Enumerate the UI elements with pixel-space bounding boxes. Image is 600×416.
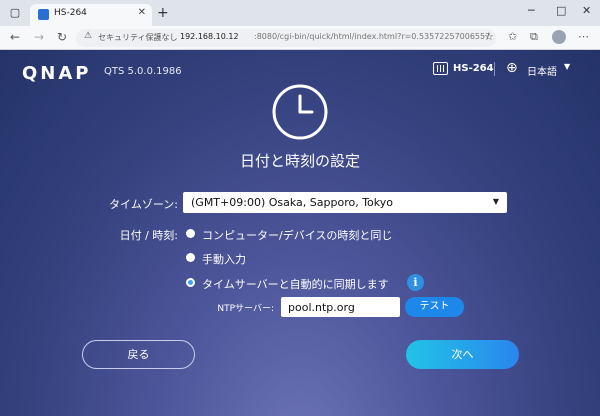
browser-address-bar: ← → ↻ ⚠ セキュリティ保護なし 192.168.10.12 :8080/c… [0, 26, 600, 50]
profile-avatar[interactable] [552, 30, 566, 44]
os-version: QTS 5.0.0.1986 [104, 66, 182, 77]
test-button[interactable]: テスト [405, 297, 464, 317]
next-button[interactable]: 次へ [406, 340, 519, 369]
radio-label: コンピューター/デバイスの時刻と同じ [202, 229, 393, 242]
collections-icon[interactable]: ⧉ [530, 30, 538, 44]
warning-icon: ⚠ [84, 31, 93, 41]
page-title: 日付と時刻の設定 [239, 152, 360, 170]
tab-actions-icon[interactable]: ▢ [8, 6, 22, 20]
globe-icon[interactable]: ⊕ [506, 60, 518, 76]
minimize-icon[interactable]: ─ [528, 4, 535, 17]
back-button[interactable]: 戻る [82, 340, 195, 369]
browser-tab[interactable]: HS-264 ✕ [30, 4, 152, 26]
header-divider [494, 62, 495, 76]
radio-button[interactable] [186, 253, 195, 262]
url-host: 192.168.10.12 [180, 32, 239, 41]
language-selector[interactable]: 日本語 [527, 63, 557, 78]
timezone-select[interactable]: (GMT+09:00) Osaka, Sapporo, Tokyo ▼ [183, 192, 507, 213]
new-tab-icon[interactable]: + [157, 5, 169, 21]
favorite-star-icon[interactable]: ☆ [484, 30, 494, 43]
close-window-icon[interactable]: ✕ [582, 4, 591, 17]
more-menu-icon[interactable]: ⋯ [578, 30, 589, 43]
radio-label: 手動入力 [202, 253, 246, 266]
radio-button-selected[interactable] [186, 278, 195, 287]
qnap-setup-page: QNAP QTS 5.0.0.1986 HS-264 ⊕ 日本語 ▼ 日付と時刻… [0, 50, 600, 416]
tab-close-icon[interactable]: ✕ [138, 7, 146, 18]
timezone-value: (GMT+09:00) Osaka, Sapporo, Tokyo [191, 196, 393, 209]
back-arrow-icon[interactable]: ← [10, 30, 20, 44]
chevron-down-icon[interactable]: ▼ [564, 62, 570, 71]
radio-label: タイムサーバーと自動的に同期します [202, 278, 389, 291]
ntp-server-input[interactable] [281, 297, 400, 317]
nas-device-icon [433, 62, 448, 75]
forward-arrow-icon[interactable]: → [34, 30, 44, 44]
qnap-favicon-icon [38, 9, 49, 20]
chevron-down-icon: ▼ [492, 197, 499, 206]
radio-button[interactable] [186, 229, 195, 238]
timezone-label: タイムゾーン: [109, 198, 178, 211]
browser-tab-bar: ▢ HS-264 ✕ + ─ □ ✕ [0, 0, 600, 26]
datetime-label: 日付 / 時刻: [119, 229, 178, 242]
qnap-logo: QNAP [22, 63, 92, 84]
info-icon[interactable]: i [407, 274, 424, 291]
favorites-icon[interactable]: ✩ [508, 30, 517, 43]
tab-title: HS-264 [54, 8, 87, 18]
security-status: セキュリティ保護なし [98, 33, 178, 42]
url-path: :8080/cgi-bin/quick/html/index.html?r=0.… [254, 32, 490, 41]
device-name: HS-264 [453, 63, 494, 74]
maximize-icon[interactable]: □ [556, 4, 566, 17]
ntp-server-label: NTPサーバー: [217, 304, 274, 314]
reload-icon[interactable]: ↻ [57, 30, 67, 44]
clock-icon [272, 84, 328, 140]
url-field[interactable]: ⚠ セキュリティ保護なし 192.168.10.12 :8080/cgi-bin… [76, 29, 496, 47]
